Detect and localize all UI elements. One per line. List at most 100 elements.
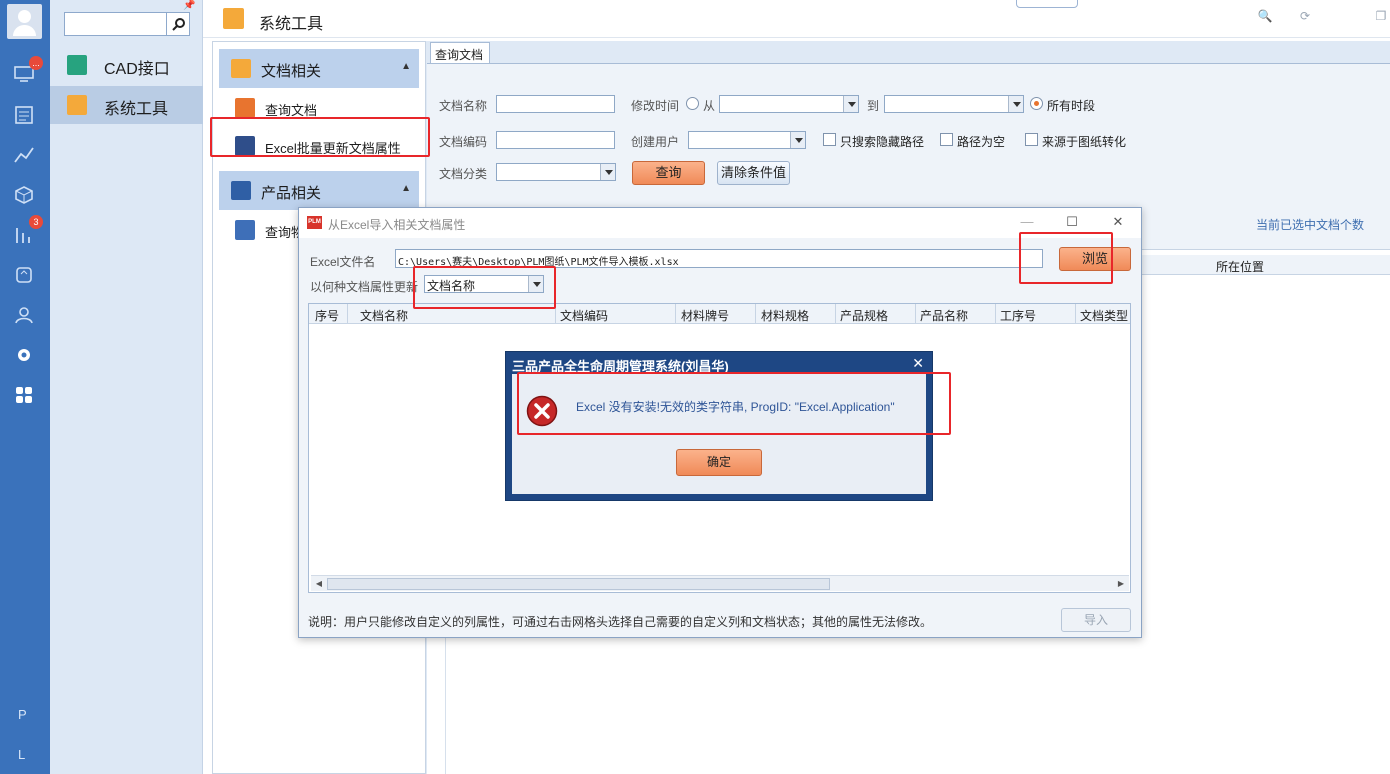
empty-path-label: 路径为空 bbox=[957, 135, 1006, 149]
doc-code-input[interactable] bbox=[496, 131, 615, 149]
document-search-icon bbox=[235, 98, 255, 118]
tools-icon bbox=[67, 95, 87, 115]
ok-button[interactable]: 确定 bbox=[676, 449, 762, 476]
refresh-icon[interactable]: ⟳ bbox=[1297, 9, 1313, 25]
column-location[interactable]: 所在位置 bbox=[1216, 258, 1264, 275]
doc-name-label: 文档名称 bbox=[439, 99, 488, 113]
radio-all-periods[interactable] bbox=[1030, 97, 1043, 110]
transfer-icon[interactable] bbox=[13, 265, 35, 285]
column-separator bbox=[995, 304, 996, 324]
excel-document-icon bbox=[235, 136, 255, 156]
doc-category-select[interactable] bbox=[496, 163, 616, 181]
trend-icon[interactable] bbox=[13, 145, 35, 165]
chevron-down-icon bbox=[600, 164, 615, 180]
column-separator bbox=[835, 304, 836, 324]
date-to-select[interactable] bbox=[884, 95, 1024, 113]
module-system-tools[interactable]: 系统工具 bbox=[50, 86, 203, 124]
column-process-no[interactable]: 工序号 bbox=[1000, 307, 1036, 324]
column-doc-type[interactable]: 文档类型 bbox=[1080, 307, 1128, 324]
rail-letter-p[interactable]: P bbox=[18, 707, 27, 722]
document-list-icon[interactable] bbox=[13, 105, 35, 125]
restore-icon[interactable]: ❐ bbox=[1373, 9, 1389, 25]
column-doc-name[interactable]: 文档名称 bbox=[360, 307, 408, 324]
tools-icon bbox=[223, 8, 244, 29]
creator-select[interactable] bbox=[688, 131, 806, 149]
search-icon bbox=[172, 18, 185, 31]
doc-name-input[interactable] bbox=[496, 95, 615, 113]
nav-item-query-document[interactable]: 查询文档 bbox=[219, 92, 419, 124]
import-button[interactable]: 导入 bbox=[1061, 608, 1131, 632]
query-button[interactable]: 查询 bbox=[632, 161, 705, 185]
from-drawing-checkbox[interactable] bbox=[1025, 133, 1038, 146]
search-hidden-path-checkbox[interactable] bbox=[823, 133, 836, 146]
search-button[interactable] bbox=[166, 12, 190, 36]
chevron-down-icon bbox=[528, 276, 543, 292]
column-separator bbox=[347, 304, 348, 324]
cad-icon bbox=[67, 55, 87, 75]
collapse-icon[interactable]: ▲ bbox=[401, 61, 411, 72]
radio-from[interactable] bbox=[686, 97, 699, 110]
column-product-name[interactable]: 产品名称 bbox=[920, 307, 968, 324]
excel-file-label: Excel文件名 bbox=[310, 255, 376, 269]
nav-item-excel-batch-update[interactable]: Excel批量更新文档属性 bbox=[219, 130, 419, 162]
scrollbar-thumb[interactable] bbox=[327, 578, 830, 590]
module-label: CAD接口 bbox=[104, 61, 170, 78]
zoom-icon[interactable]: 🔍 bbox=[1257, 9, 1273, 25]
apps-icon[interactable] bbox=[13, 385, 35, 405]
group-document[interactable]: 文档相关 ▲ bbox=[219, 49, 419, 88]
from-drawing-label: 来源于图纸转化 bbox=[1042, 135, 1127, 149]
doc-code-label: 文档编码 bbox=[439, 135, 488, 149]
selected-count-label: 当前已选中文档个数 bbox=[1256, 218, 1365, 232]
left-icon-rail: ... 3 P L bbox=[0, 0, 50, 774]
column-doc-code[interactable]: 文档编码 bbox=[560, 307, 608, 324]
empty-path-checkbox[interactable] bbox=[940, 133, 953, 146]
module-label: 系统工具 bbox=[104, 101, 169, 118]
chevron-down-icon bbox=[790, 132, 805, 148]
minimize-icon[interactable]: — bbox=[1018, 214, 1036, 232]
group-label: 产品相关 bbox=[261, 185, 322, 202]
group-label: 文档相关 bbox=[261, 63, 322, 80]
column-material-grade[interactable]: 材料牌号 bbox=[681, 307, 729, 324]
column-separator bbox=[915, 304, 916, 324]
nav-item-label: Excel批量更新文档属性 bbox=[265, 141, 401, 156]
scroll-right-icon[interactable]: ▶ bbox=[1114, 577, 1128, 591]
user-avatar[interactable] bbox=[7, 4, 42, 39]
import-grid-header: 序号 文档名称 文档编码 材料牌号 材料规格 产品规格 产品名称 工序号 文档类… bbox=[309, 304, 1130, 324]
column-product-spec[interactable]: 产品规格 bbox=[840, 307, 888, 324]
pin-icon[interactable]: 📌 bbox=[183, 0, 195, 11]
tab-query-document[interactable]: 查询文档 bbox=[430, 42, 490, 64]
close-icon[interactable]: ✕ bbox=[912, 355, 924, 372]
search-hidden-path-label: 只搜索隐藏路径 bbox=[840, 135, 925, 149]
module-cad-interface[interactable]: CAD接口 bbox=[50, 46, 203, 84]
date-from-select[interactable] bbox=[719, 95, 859, 113]
cube-icon[interactable] bbox=[13, 185, 35, 205]
all-periods-label: 所有时段 bbox=[1047, 99, 1096, 113]
maximize-icon[interactable]: ☐ bbox=[1063, 214, 1081, 232]
chart-badge: 3 bbox=[29, 215, 43, 229]
users-icon[interactable] bbox=[13, 305, 35, 325]
column-index[interactable]: 序号 bbox=[315, 307, 339, 324]
column-material-spec[interactable]: 材料规格 bbox=[761, 307, 809, 324]
browse-button[interactable]: 浏览 bbox=[1059, 247, 1131, 271]
clear-conditions-button[interactable]: 清除条件值 bbox=[717, 161, 790, 185]
close-icon[interactable]: ✕ bbox=[1109, 214, 1127, 232]
excel-path-input[interactable]: C:\Users\赛夫\Desktop\PLM图纸\PLM文件导入模板.xlsx bbox=[395, 249, 1043, 268]
top-header: 系统工具 🔍 ⟳ ❐ bbox=[203, 0, 1390, 38]
update-attribute-label: 以何种文档属性更新 bbox=[310, 280, 419, 294]
gear-icon[interactable] bbox=[13, 345, 35, 365]
error-box-title: 三品产品全生命周期管理系统(刘昌华) bbox=[512, 359, 729, 374]
to-label: 到 bbox=[867, 99, 880, 113]
module-search-input[interactable] bbox=[64, 12, 176, 36]
group-product[interactable]: 产品相关 ▲ bbox=[219, 171, 419, 210]
error-box-body: Excel 没有安装!无效的类字符串, ProgID: "Excel.Appli… bbox=[512, 374, 926, 494]
box-icon bbox=[231, 181, 251, 200]
scroll-left-icon[interactable]: ◀ bbox=[312, 577, 326, 591]
collapse-icon[interactable]: ▲ bbox=[401, 183, 411, 194]
column-separator bbox=[1075, 304, 1076, 324]
dialog-titlebar: PLM 从Excel导入相关文档属性 — ☐ ✕ bbox=[299, 208, 1141, 238]
rail-letter-l[interactable]: L bbox=[18, 747, 25, 762]
update-attribute-select[interactable]: 文档名称 bbox=[424, 275, 544, 293]
error-icon bbox=[526, 395, 558, 427]
horizontal-scrollbar[interactable]: ◀ ▶ bbox=[311, 575, 1129, 591]
header-tab-handle[interactable] bbox=[1016, 0, 1078, 8]
